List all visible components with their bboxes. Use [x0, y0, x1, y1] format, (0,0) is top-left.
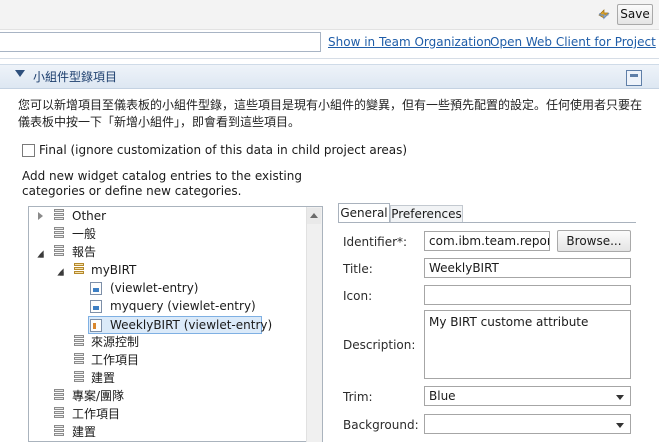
final-checkbox-label: Final (ignore customization of this data… — [39, 143, 408, 157]
tree-scrollbar[interactable] — [306, 207, 322, 442]
tree-item-label: 來源控制 — [91, 335, 140, 349]
category-icon — [73, 371, 85, 385]
top-toolbar — [0, 0, 659, 30]
show-in-team-organization-link[interactable]: Show in Team Organization — [328, 35, 491, 49]
tree-item-label: 工作項目 — [72, 407, 121, 421]
description-field[interactable]: My BIRT custome attribute — [424, 310, 631, 379]
section-description-line-1: 您可以新增項目至儀表板的小組件型錄，這些項目是現有小組件的變異，但有一些預先配置… — [18, 98, 643, 112]
icon-field[interactable] — [424, 285, 631, 305]
collapse-toggle-icon[interactable] — [15, 70, 25, 77]
description-label: Description: — [343, 338, 416, 352]
save-button[interactable]: Save — [617, 4, 653, 25]
title-label: Title: — [343, 262, 373, 276]
viewlet-entry-icon — [90, 282, 102, 295]
identifier-label: Identifier*: — [343, 235, 408, 249]
tree-item-label: 報告 — [72, 245, 97, 259]
tab-divider — [338, 222, 636, 223]
tree-item-label: myBIRT — [91, 263, 137, 277]
section-description-line-2: 儀表板中按一下「新增小組件」，即會看到這些項目。 — [18, 115, 301, 129]
tab-general[interactable]: General — [338, 203, 390, 223]
identifier-field[interactable]: com.ibm.team.report — [424, 231, 550, 251]
open-web-client-link[interactable]: Open Web Client for Project — [490, 35, 656, 49]
tree-item-label: 工作項目 — [91, 353, 140, 367]
tree-item-label: 一般 — [72, 227, 97, 241]
category-icon — [53, 209, 65, 223]
expand-arrow-icon[interactable] — [36, 207, 46, 225]
section-title: 小組件型錄項目 — [33, 70, 118, 84]
final-checkbox[interactable] — [22, 144, 35, 157]
section-menu-icon[interactable] — [626, 70, 642, 86]
search-input[interactable] — [0, 32, 321, 52]
background-select[interactable] — [424, 414, 631, 434]
chevron-down-icon — [616, 423, 624, 428]
tree-item-label: (viewlet-entry) — [110, 281, 199, 295]
category-icon — [53, 227, 65, 241]
category-icon — [53, 407, 65, 421]
instruction-text-line-1: Add new widget catalog entries to the ex… — [22, 169, 302, 183]
icon-label: Icon: — [343, 289, 373, 303]
report-chart-icon — [90, 319, 102, 332]
tree-item-label: WeeklyBIRT (viewlet-entry) — [110, 318, 273, 332]
sync-icon[interactable] — [596, 6, 612, 22]
collapse-arrow-icon[interactable] — [56, 261, 66, 279]
chevron-down-icon — [616, 395, 624, 400]
tree-item-label: 專案/團隊 — [72, 389, 125, 403]
scroll-up-arrow-icon[interactable] — [307, 208, 321, 224]
category-icon — [53, 425, 65, 439]
browse-button[interactable]: Browse... — [557, 230, 631, 252]
trim-select-value: Blue — [429, 389, 456, 403]
tree-item-label: myquery (viewlet-entry) — [110, 299, 256, 313]
category-icon — [53, 245, 65, 259]
viewlet-entry-icon — [90, 300, 102, 313]
category-icon — [73, 353, 85, 367]
category-icon — [53, 389, 65, 403]
background-label: Background: — [343, 418, 419, 432]
trim-label: Trim: — [343, 390, 373, 404]
category-icon — [73, 263, 85, 277]
tree-item-label: Other — [72, 209, 107, 223]
tab-preferences[interactable]: Preferences — [390, 205, 463, 223]
collapse-arrow-icon[interactable] — [36, 243, 46, 261]
trim-select[interactable]: Blue — [424, 386, 631, 406]
tree-item-label: 建置 — [91, 371, 116, 385]
instruction-text-line-2: categories or define new categories. — [22, 184, 242, 198]
title-field[interactable]: WeeklyBIRT — [424, 258, 631, 278]
divider — [0, 58, 659, 59]
category-icon — [73, 335, 85, 349]
tree-item-label: 建置 — [72, 425, 97, 439]
